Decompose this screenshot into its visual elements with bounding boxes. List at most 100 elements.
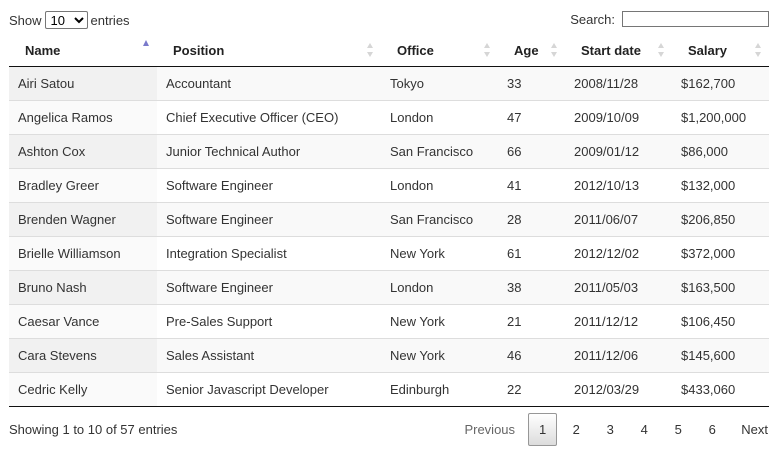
cell-name: Airi Satou [9, 66, 157, 101]
table-row: Bradley Greer Software Engineer London 41 20… [9, 168, 769, 203]
page-button-4[interactable]: 4 [629, 413, 659, 446]
length-prefix: Show [9, 12, 42, 28]
cell-office: San Francisco [381, 202, 498, 237]
cell-start-date: 2009/01/12 [565, 134, 672, 169]
cell-age: 38 [498, 270, 565, 305]
length-menu: Show 10 entries [9, 11, 130, 29]
table-row: Brielle Williamson Integration Specialist… [9, 236, 769, 271]
column-header-position[interactable]: Position [157, 34, 381, 67]
cell-age: 61 [498, 236, 565, 271]
page-button-5[interactable]: 5 [663, 413, 693, 446]
cell-position: Junior Technical Author [157, 134, 381, 169]
column-header-age[interactable]: Age [498, 34, 565, 67]
cell-salary: $1,200,000 [672, 100, 769, 135]
cell-name: Brielle Williamson [9, 236, 157, 271]
next-page-button[interactable]: Next [731, 413, 769, 446]
cell-name: Ashton Cox [9, 134, 157, 169]
cell-position: Software Engineer [157, 270, 381, 305]
cell-salary: $132,000 [672, 168, 769, 203]
cell-start-date: 2008/11/28 [565, 66, 672, 101]
table-row: Ashton Cox Junior Technical Author San Fra… [9, 134, 769, 169]
cell-salary: $106,450 [672, 304, 769, 339]
cell-office: London [381, 168, 498, 203]
length-suffix: entries [90, 12, 130, 28]
cell-salary: $163,500 [672, 270, 769, 305]
cell-age: 47 [498, 100, 565, 135]
cell-name: Cara Stevens [9, 338, 157, 373]
cell-position: Sales Assistant [157, 338, 381, 373]
column-header-start-date[interactable]: Start date [565, 34, 672, 67]
cell-position: Accountant [157, 66, 381, 101]
sort-both-icon [755, 43, 762, 57]
table-row: Angelica Ramos Chief Executive Officer (C… [9, 100, 769, 135]
cell-name: Brenden Wagner [9, 202, 157, 237]
sort-both-icon [484, 43, 491, 57]
employees-table: Name Position Office Age Start date Sala… [9, 34, 769, 407]
cell-start-date: 2012/03/29 [565, 372, 672, 407]
sort-ascending-icon [143, 40, 150, 57]
table-row: Brenden Wagner Software Engineer San Franc… [9, 202, 769, 237]
sort-both-icon [551, 43, 558, 57]
pagination: Previous 1 2 3 4 5 6 Next [451, 413, 769, 446]
sort-both-icon [658, 43, 665, 57]
cell-salary: $162,700 [672, 66, 769, 101]
table-row: Cara Stevens Sales Assistant New York 46 201… [9, 338, 769, 373]
cell-salary: $86,000 [672, 134, 769, 169]
cell-start-date: 2012/10/13 [565, 168, 672, 203]
cell-office: New York [381, 304, 498, 339]
header-row: Name Position Office Age Start date Sala… [9, 34, 769, 67]
page-button-1[interactable]: 1 [528, 413, 558, 446]
cell-name: Bruno Nash [9, 270, 157, 305]
cell-name: Caesar Vance [9, 304, 157, 339]
cell-office: New York [381, 236, 498, 271]
sort-both-icon [367, 43, 374, 57]
cell-start-date: 2011/06/07 [565, 202, 672, 237]
entries-per-page-select[interactable]: 10 [44, 11, 88, 29]
cell-office: New York [381, 338, 498, 373]
cell-office: London [381, 270, 498, 305]
cell-age: 21 [498, 304, 565, 339]
cell-position: Software Engineer [157, 168, 381, 203]
cell-start-date: 2011/12/06 [565, 338, 672, 373]
cell-age: 33 [498, 66, 565, 101]
cell-start-date: 2011/12/12 [565, 304, 672, 339]
cell-position: Senior Javascript Developer [157, 372, 381, 407]
cell-salary: $433,060 [672, 372, 769, 407]
cell-name: Angelica Ramos [9, 100, 157, 135]
page-button-3[interactable]: 3 [595, 413, 625, 446]
cell-position: Pre-Sales Support [157, 304, 381, 339]
cell-age: 22 [498, 372, 565, 407]
cell-start-date: 2011/05/03 [565, 270, 672, 305]
cell-age: 28 [498, 202, 565, 237]
page-button-6[interactable]: 6 [697, 413, 727, 446]
cell-office: San Francisco [381, 134, 498, 169]
table-row: Caesar Vance Pre-Sales Support New York 21 2… [9, 304, 769, 339]
column-header-name[interactable]: Name [9, 34, 157, 67]
column-header-salary[interactable]: Salary [672, 34, 769, 67]
table-row: Airi Satou Accountant Tokyo 33 2008/11/28 $16… [9, 66, 769, 101]
cell-age: 66 [498, 134, 565, 169]
cell-name: Cedric Kelly [9, 372, 157, 407]
cell-position: Chief Executive Officer (CEO) [157, 100, 381, 135]
table-row: Cedric Kelly Senior Javascript Developer E… [9, 372, 769, 407]
cell-office: Edinburgh [381, 372, 498, 407]
cell-age: 46 [498, 338, 565, 373]
cell-office: London [381, 100, 498, 135]
cell-position: Integration Specialist [157, 236, 381, 271]
cell-salary: $206,850 [672, 202, 769, 237]
cell-name: Bradley Greer [9, 168, 157, 203]
previous-page-button[interactable]: Previous [455, 413, 524, 446]
search-label: Search: [570, 11, 615, 27]
page-button-2[interactable]: 2 [561, 413, 591, 446]
search-input[interactable] [622, 11, 769, 27]
search-box: Search: [570, 11, 769, 27]
table-row: Bruno Nash Software Engineer London 38 2011/… [9, 270, 769, 305]
table-controls: Show 10 entries Search: [9, 11, 769, 31]
table-info: Showing 1 to 10 of 57 entries [9, 422, 178, 437]
cell-start-date: 2009/10/09 [565, 100, 672, 135]
cell-office: Tokyo [381, 66, 498, 101]
cell-start-date: 2012/12/02 [565, 236, 672, 271]
cell-salary: $145,600 [672, 338, 769, 373]
column-header-office[interactable]: Office [381, 34, 498, 67]
cell-position: Software Engineer [157, 202, 381, 237]
